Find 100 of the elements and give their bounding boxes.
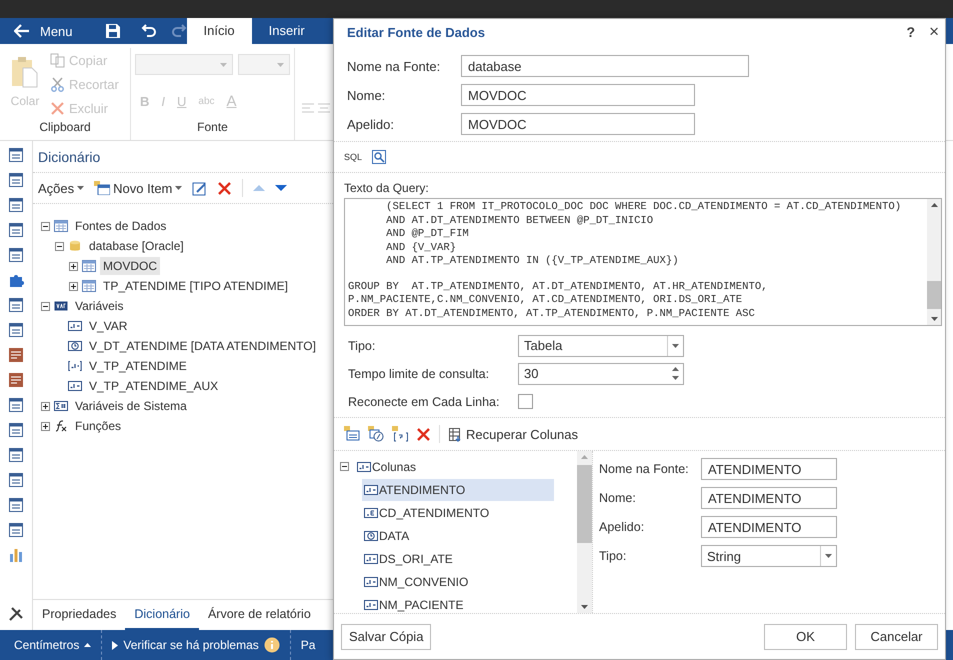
tree-item[interactable]: V_TP_ATENDIME xyxy=(86,357,190,375)
component-icon[interactable] xyxy=(8,422,24,438)
save-copy-button[interactable]: Salvar Cópia xyxy=(341,624,432,650)
component-icon[interactable] xyxy=(8,247,24,263)
component-icon[interactable] xyxy=(8,472,24,488)
save-icon[interactable] xyxy=(104,23,121,39)
column-item[interactable]: DS_ORI_ATE xyxy=(362,548,554,570)
text-field[interactable]: ATENDIMENTO xyxy=(701,516,837,538)
menu-button[interactable]: Menu xyxy=(40,24,73,38)
text-field[interactable]: database xyxy=(461,55,749,77)
actions-menu-button[interactable]: Ações xyxy=(38,180,84,196)
text-field[interactable]: ATENDIMENTO xyxy=(701,487,837,509)
column-item[interactable]: CD_ATENDIMENTO xyxy=(362,502,554,524)
scrollbar[interactable] xyxy=(927,199,941,325)
field-label: Texto da Query: xyxy=(344,181,430,195)
column-item[interactable]: Colunas xyxy=(355,456,547,478)
new-column-icon[interactable] xyxy=(344,426,360,442)
tree-toggle-icon[interactable] xyxy=(340,462,349,471)
status-item[interactable]: Pa xyxy=(300,638,316,652)
scroll-down-icon[interactable] xyxy=(581,605,588,609)
type-dropdown[interactable]: Tabela xyxy=(518,334,684,356)
bar-chart-icon[interactable] xyxy=(8,547,24,563)
checkbox[interactable] xyxy=(518,394,533,409)
component-icon[interactable] xyxy=(8,147,24,163)
tree-item[interactable]: Variáveis de Sistema xyxy=(72,397,190,415)
scroll-up-icon[interactable] xyxy=(930,203,938,207)
undo-icon[interactable] xyxy=(140,23,157,39)
tree-toggle-icon[interactable] xyxy=(41,402,50,410)
tree-toggle-icon[interactable] xyxy=(69,262,78,270)
code-line: (SELECT 1 FROM IT_PROTOCOLO_DOC DOC WHERE DOC.CD_ATENDIMENTO = AT.CD_ATENDIMENTO) xyxy=(385,201,902,214)
new-item-button[interactable]: Novo Item xyxy=(94,180,182,196)
edit-icon[interactable] xyxy=(192,180,208,196)
column-item[interactable]: NM_CONVENIO xyxy=(362,570,554,592)
field-label: Nome na Fonte: xyxy=(347,58,442,74)
tree-item[interactable]: V_VAR xyxy=(86,317,130,335)
ribbon-tab[interactable]: Inserir xyxy=(252,18,322,44)
back-arrow-icon[interactable] xyxy=(14,24,30,38)
increment-icon[interactable] xyxy=(672,367,679,371)
component-icon[interactable] xyxy=(8,347,24,363)
panel-tab[interactable]: Árvore de relatório xyxy=(198,600,320,630)
column-item[interactable]: NM_PACIENTE xyxy=(362,594,554,613)
scrollbar[interactable] xyxy=(577,451,592,613)
code-line: AND AT.DT_ATENDIMENTO BETWEEN @P_DT_INICIO xyxy=(385,214,654,228)
component-icon[interactable] xyxy=(8,497,24,513)
tree-toggle-icon[interactable] xyxy=(55,242,64,250)
caret-icon xyxy=(220,63,228,67)
ribbon-tab[interactable]: Início xyxy=(186,18,252,44)
delete-icon[interactable] xyxy=(416,426,431,442)
units-menu[interactable]: Centímetros xyxy=(14,638,80,652)
clipboard-icon xyxy=(11,56,39,88)
component-icon[interactable] xyxy=(8,522,24,538)
component-icon[interactable] xyxy=(8,297,24,313)
tree-item[interactable]: database [Oracle] xyxy=(86,237,187,255)
field-label: Nome: xyxy=(599,491,637,505)
retrieve-columns-button[interactable]: Recuperar Colunas xyxy=(448,426,578,442)
panel-tab[interactable]: Propriedades xyxy=(33,600,126,630)
column-item[interactable]: DATA xyxy=(362,524,554,546)
tree-item[interactable]: Variáveis xyxy=(72,297,126,315)
column-item[interactable]: ATENDIMENTO xyxy=(362,478,554,500)
calculated-column-icon[interactable] xyxy=(368,426,384,442)
tree-toggle-icon[interactable] xyxy=(69,282,78,290)
component-icon[interactable] xyxy=(8,272,24,288)
component-icon[interactable] xyxy=(8,322,24,338)
check-issues-button[interactable]: Verificar se há problemas xyxy=(123,638,259,652)
redo-icon[interactable] xyxy=(170,23,187,39)
tree-item[interactable]: Funções xyxy=(72,417,124,435)
component-icon[interactable] xyxy=(8,372,24,388)
help-button[interactable]: ? xyxy=(906,24,916,40)
tree-toggle-icon[interactable] xyxy=(41,422,50,430)
tree-item[interactable]: TP_ATENDIME [TIPO ATENDIME] xyxy=(100,277,291,295)
type-dropdown[interactable]: String xyxy=(701,545,837,567)
scroll-thumb[interactable] xyxy=(927,281,941,309)
variable-icon xyxy=(54,300,68,312)
tree-item[interactable]: Fontes de Dados xyxy=(72,217,170,235)
query-text-area[interactable] xyxy=(344,198,942,326)
text-field[interactable]: MOVDOC xyxy=(461,84,695,106)
scroll-down-icon[interactable] xyxy=(930,317,938,321)
tree-toggle-icon[interactable] xyxy=(41,222,50,230)
move-down-icon[interactable] xyxy=(275,184,288,192)
ok-button[interactable]: OK xyxy=(764,624,847,650)
decrement-icon[interactable] xyxy=(672,376,679,380)
scroll-thumb[interactable] xyxy=(577,465,592,543)
component-icon[interactable] xyxy=(8,197,24,213)
component-icon[interactable] xyxy=(8,447,24,463)
tree-item[interactable]: V_TP_ATENDIME_AUX xyxy=(86,377,222,395)
number-spinner[interactable]: 30 xyxy=(518,362,684,384)
parameter-icon[interactable] xyxy=(392,426,408,442)
query-builder-icon[interactable] xyxy=(372,150,386,164)
component-icon[interactable] xyxy=(8,397,24,413)
tree-toggle-icon[interactable] xyxy=(41,302,50,310)
tree-item[interactable]: MOVDOC xyxy=(100,257,160,275)
delete-icon[interactable] xyxy=(217,180,232,196)
close-button[interactable]: × xyxy=(929,22,939,42)
component-icon[interactable] xyxy=(8,172,24,188)
text-field[interactable]: ATENDIMENTO xyxy=(701,458,837,480)
text-field[interactable]: MOVDOC xyxy=(461,113,695,135)
scissors-icon xyxy=(50,76,65,92)
tree-item[interactable]: V_DT_ATENDIME [DATA ATENDIMENTO] xyxy=(86,337,319,355)
cancel-button[interactable]: Cancelar xyxy=(855,624,938,650)
component-icon[interactable] xyxy=(8,222,24,238)
